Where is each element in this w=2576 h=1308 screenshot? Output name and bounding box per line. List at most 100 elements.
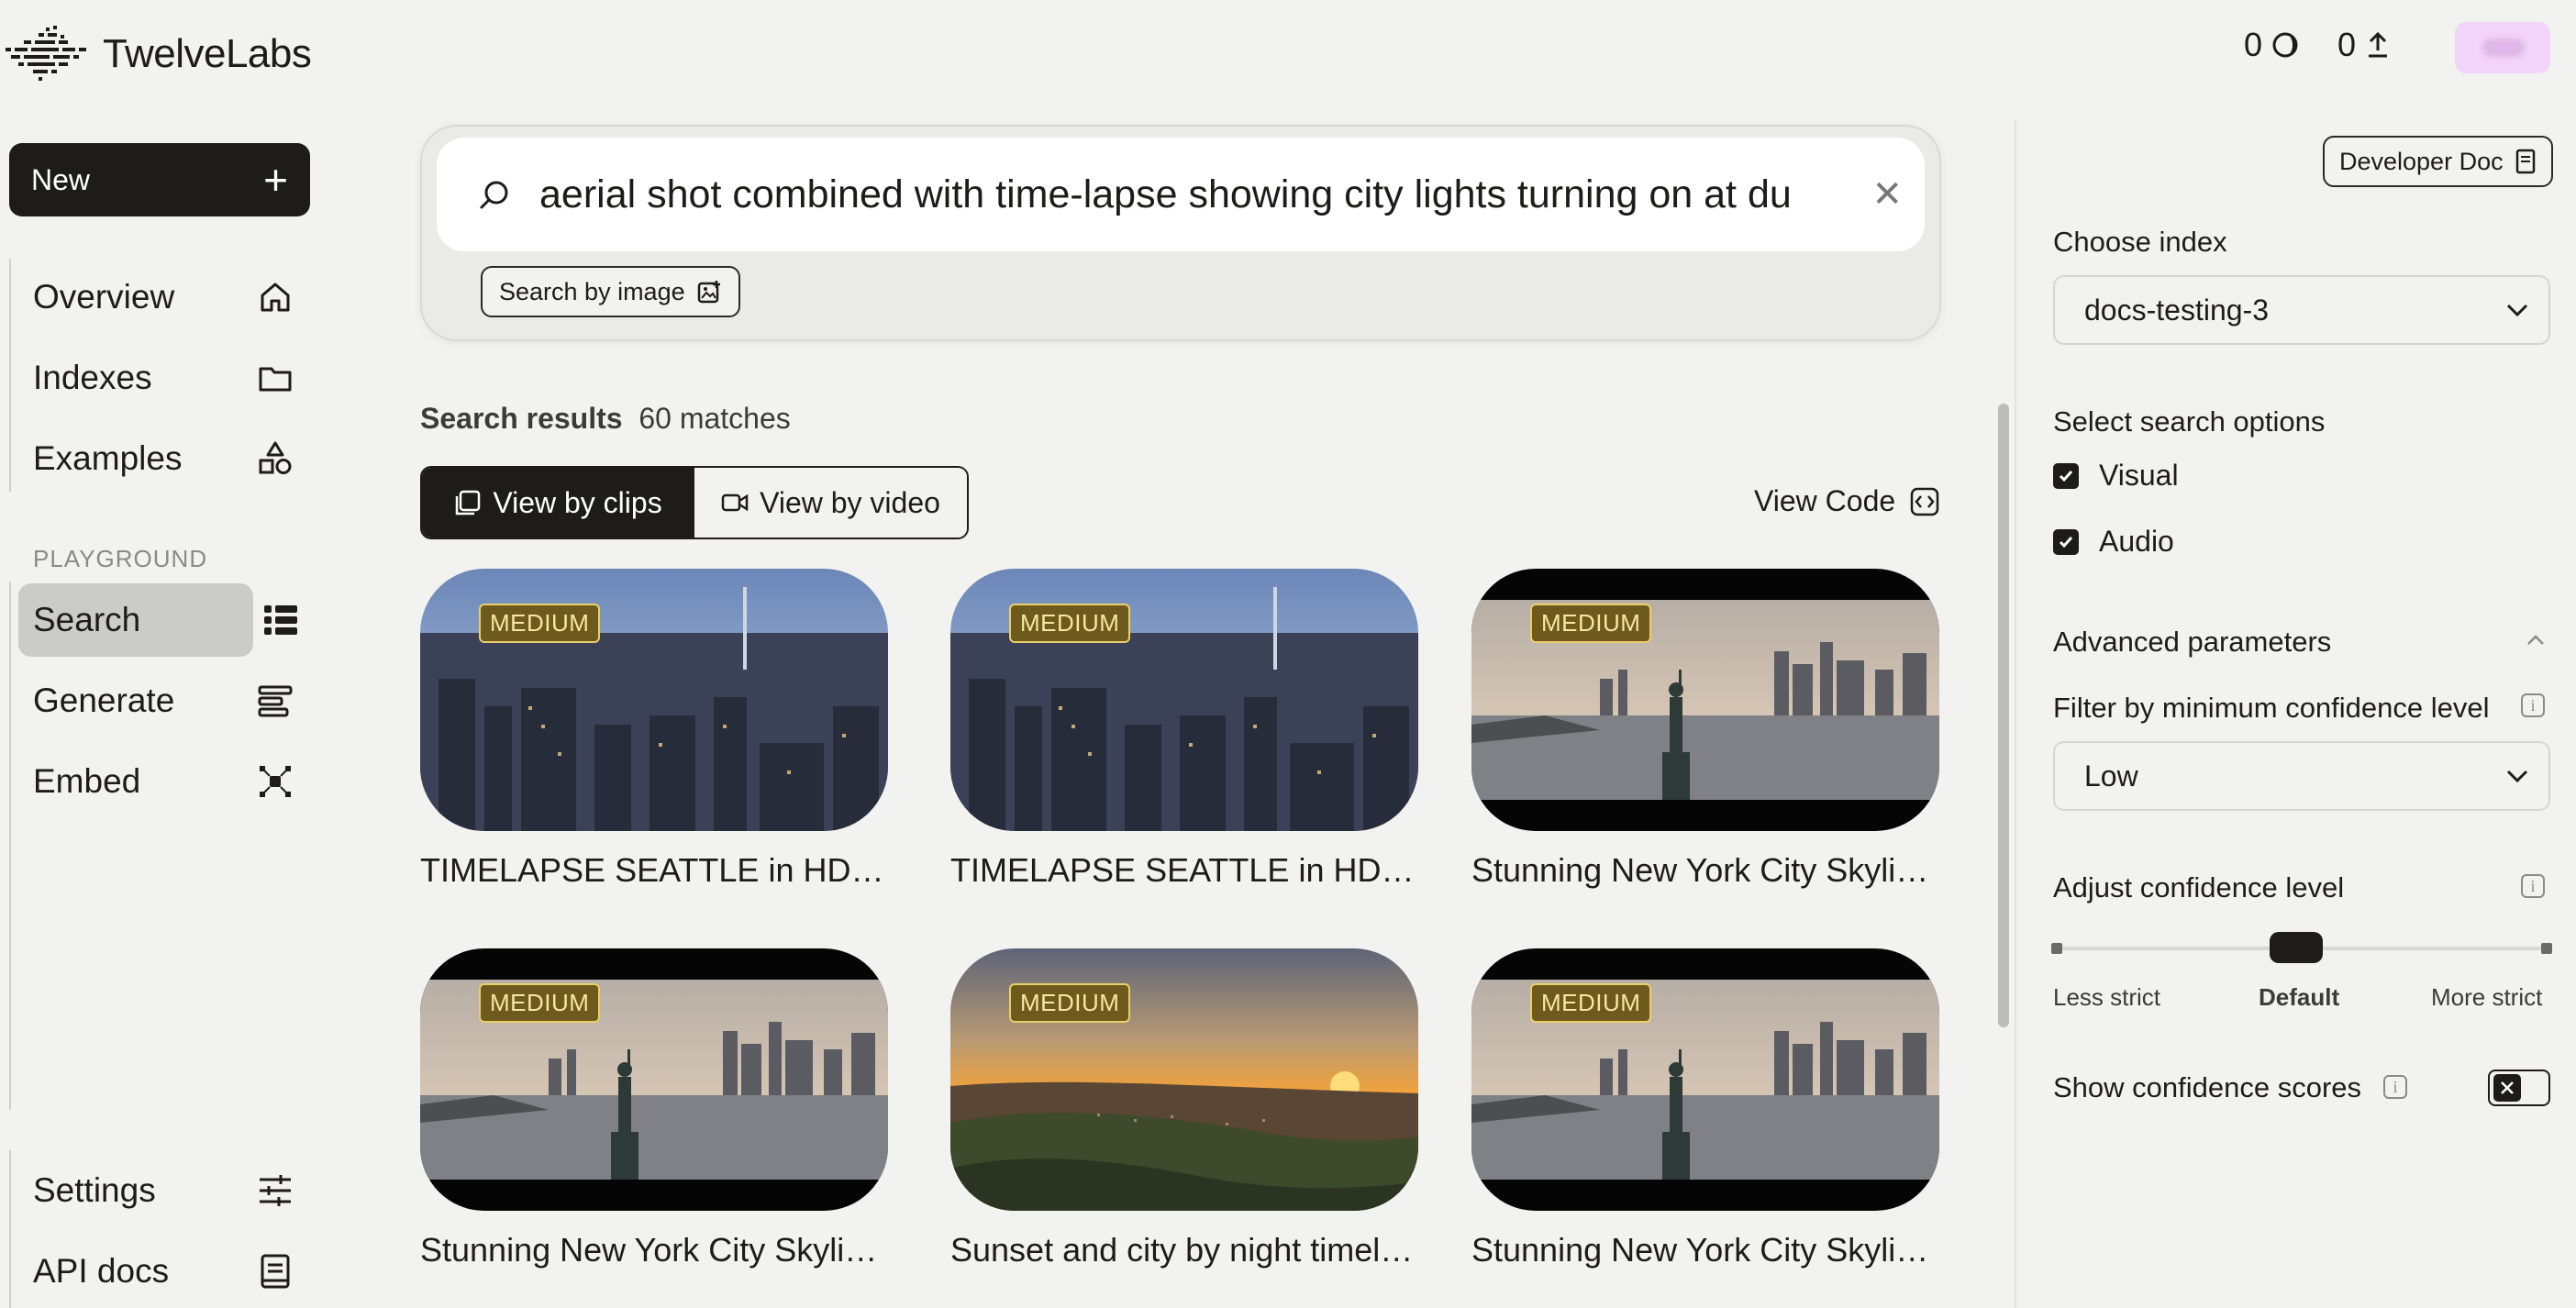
adjust-confidence-label: Adjust confidence level [2053, 871, 2345, 903]
search-bar[interactable]: ✕ [437, 138, 1925, 251]
developer-doc-button[interactable]: Developer Doc [2323, 136, 2553, 187]
option-label: Visual [2099, 459, 2179, 492]
option-audio[interactable]: Audio [2053, 525, 2174, 559]
credit-counter-1: 0 [2244, 26, 2299, 64]
embed-dots-icon [255, 761, 295, 802]
video-camera-icon [721, 493, 749, 512]
search-grid-icon [261, 600, 301, 640]
audio-checkbox[interactable] [2053, 528, 2079, 555]
advanced-parameters-label[interactable]: Advanced parameters [2053, 626, 2331, 659]
results-summary: Search results 60 matches [420, 402, 791, 436]
show-confidence-label: Show confidence scores [2053, 1071, 2362, 1103]
option-label: Audio [2099, 525, 2174, 558]
result-card[interactable]: MEDIUM Stunning New York City Skylin... [1471, 569, 1939, 890]
generate-lines-icon [255, 681, 295, 721]
index-select[interactable]: docs-testing-3 [2053, 275, 2550, 345]
brand-logo[interactable]: TwelveLabs [6, 24, 312, 84]
sidebar-item-label: Embed [33, 762, 141, 800]
chevron-down-icon [2506, 304, 2528, 317]
half-moon-icon [2272, 32, 2298, 58]
search-by-image-label: Search by image [499, 277, 685, 305]
slider-more-strict-label: More strict [2431, 983, 2543, 1011]
result-thumbnail: MEDIUM [420, 948, 888, 1211]
toggle-off-icon [2493, 1074, 2521, 1102]
view-by-clips-tab[interactable]: View by clips [422, 468, 694, 538]
sidebar-item-settings[interactable]: Settings [18, 1154, 310, 1227]
chevron-up-icon[interactable] [2525, 633, 2547, 648]
result-title: TIMELAPSE SEATTLE in HD - ... [420, 851, 888, 889]
slider-less-strict-label: Less strict [2053, 983, 2161, 1011]
nav-group-divider [9, 582, 11, 1110]
sidebar-item-overview[interactable]: Overview [18, 260, 310, 334]
code-icon [1910, 487, 1939, 515]
result-title: Sunset and city by night timela... [950, 1231, 1418, 1269]
result-thumbnail: MEDIUM [420, 569, 888, 831]
sidebar-item-embed[interactable]: Embed [18, 745, 310, 818]
visual-checkbox[interactable] [2053, 462, 2079, 489]
view-code-label: View Code [1754, 484, 1896, 517]
view-by-video-tab[interactable]: View by video [694, 468, 967, 538]
filter-confidence-label: Filter by minimum confidence level [2053, 692, 2490, 724]
info-icon[interactable]: i [2521, 874, 2545, 898]
result-thumbnail: MEDIUM [1471, 948, 1939, 1211]
result-card[interactable]: MEDIUM Stunning New York City Skylin... [1471, 948, 1939, 1269]
sidebar-item-label: Indexes [33, 359, 152, 396]
view-code-button[interactable]: View Code [1754, 484, 1939, 518]
option-visual[interactable]: Visual [2053, 459, 2179, 493]
result-title: Stunning New York City Skylin... [1471, 851, 1939, 889]
sidebar-item-search[interactable]: Search [18, 583, 253, 657]
info-icon[interactable]: i [2521, 693, 2545, 717]
confidence-slider-thumb[interactable] [2270, 932, 2323, 963]
new-button[interactable]: New + [9, 143, 310, 216]
results-label: Search results [420, 402, 623, 435]
slider-default-label: Default [2259, 983, 2340, 1011]
book-icon [2515, 149, 2535, 174]
sidebar-item-label: Examples [33, 439, 183, 477]
nav-group-divider [9, 259, 11, 492]
shapes-icon [255, 438, 295, 479]
credit-value: 0 [2337, 26, 2357, 63]
confidence-filter-value: Low [2084, 759, 2138, 793]
sidebar-item-generate[interactable]: Generate [18, 664, 310, 737]
slider-min-marker [2051, 943, 2062, 954]
result-card[interactable]: MEDIUM Sunset and city by night timela..… [950, 948, 1418, 1269]
view-toggle: View by clips View by video [420, 466, 969, 539]
clips-icon [456, 490, 481, 515]
search-options-label: Select search options [2053, 405, 2326, 438]
index-select-value: docs-testing-3 [2084, 293, 2269, 327]
confidence-badge: MEDIUM [1530, 604, 1652, 643]
result-thumbnail: MEDIUM [950, 569, 1418, 831]
info-icon[interactable]: i [2383, 1075, 2407, 1099]
show-confidence-toggle[interactable] [2488, 1070, 2550, 1106]
result-card[interactable]: MEDIUM TIMELAPSE SEATTLE in HD - ... [420, 569, 888, 890]
clear-search-icon[interactable]: ✕ [1871, 173, 1903, 216]
search-input[interactable] [539, 172, 1863, 217]
chevron-down-icon [2506, 770, 2528, 783]
view-by-video-label: View by video [760, 485, 940, 519]
result-thumbnail: MEDIUM [1471, 569, 1939, 831]
folder-icon [255, 358, 295, 398]
book-icon [255, 1251, 295, 1291]
sidebar-item-indexes[interactable]: Indexes [18, 341, 310, 415]
avatar[interactable] [2455, 22, 2550, 73]
result-card[interactable]: MEDIUM TIMELAPSE SEATTLE in HD - ... [950, 569, 1418, 890]
result-title: Stunning New York City Skylin... [1471, 1231, 1939, 1269]
sidebar-item-examples[interactable]: Examples [18, 422, 310, 495]
confidence-badge: MEDIUM [479, 983, 601, 1023]
plus-icon: + [263, 156, 288, 204]
result-title: Stunning New York City Skylin... [420, 1231, 888, 1269]
confidence-badge: MEDIUM [1009, 604, 1131, 643]
new-button-label: New [31, 162, 91, 196]
result-card[interactable]: MEDIUM Stunning New York City Skylin... [420, 948, 888, 1269]
search-by-image-button[interactable]: Search by image [481, 266, 740, 317]
sliders-icon [255, 1170, 295, 1211]
credit-value: 0 [2244, 26, 2263, 63]
results-scrollbar[interactable] [1998, 404, 2009, 1027]
playground-section-label: PLAYGROUND [33, 545, 208, 572]
search-icon [480, 181, 508, 209]
view-by-clips-label: View by clips [493, 485, 662, 519]
result-thumbnail: MEDIUM [950, 948, 1418, 1211]
confidence-filter-select[interactable]: Low [2053, 741, 2550, 811]
twelvelabs-logo-icon [6, 26, 86, 81]
sidebar-item-api-docs[interactable]: API docs [18, 1235, 310, 1308]
